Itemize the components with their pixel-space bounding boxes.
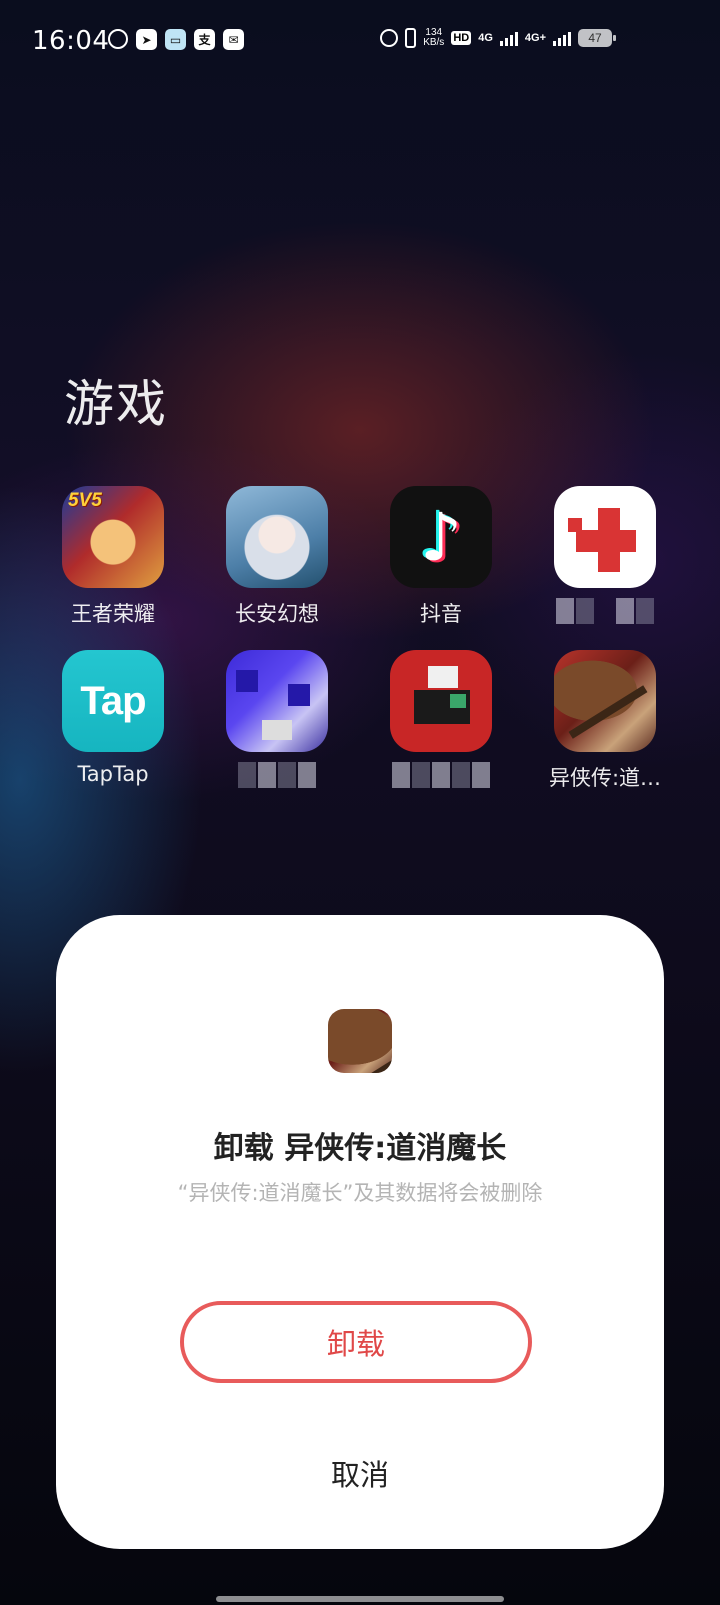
mail-icon: ✉ [223, 29, 244, 50]
app-badge: 5V5 [68, 490, 102, 511]
pixel-block [262, 720, 292, 740]
app-yixiazhuan[interactable]: 异侠传:道… [530, 650, 680, 792]
yixiazhuan-icon[interactable] [554, 650, 656, 752]
app-pixelated-2[interactable] [202, 650, 352, 790]
app-douyin[interactable]: ♪ 抖音 [366, 486, 516, 628]
yixiazhuan-icon [328, 1009, 392, 1073]
battery-icon: 47 [578, 29, 616, 47]
pixelated-app-icon-2[interactable] [226, 650, 328, 752]
app-label: 抖音 [420, 602, 462, 626]
alarm-icon [380, 29, 399, 47]
pixel-block [288, 684, 310, 706]
pixelated-app-icon-1[interactable] [554, 486, 656, 588]
folder-title: 游戏 [64, 375, 168, 433]
app-label: 长安幻想 [235, 602, 319, 626]
dialog-description: “异侠传:道消魔长”及其数据将会被删除 [177, 1181, 543, 1205]
send-icon: ➤ [136, 29, 157, 50]
zhi-icon: 支 [194, 29, 215, 50]
app-pixelated-3[interactable] [366, 650, 516, 790]
vibrate-icon [405, 28, 417, 48]
uninstall-dialog: 卸载 异侠传:道消魔长 “异侠传:道消魔长”及其数据将会被删除 卸载 取消 [56, 915, 664, 1549]
app-taptap[interactable]: Tap TapTap [38, 650, 188, 786]
status-indicators: 134 KB/s HD 4G 4G+ 47 [380, 28, 616, 48]
app-changanhuanxiang[interactable]: 长安幻想 [202, 486, 352, 628]
app-label: 异侠传:道… [548, 766, 662, 790]
keyboard-icon: ▭ [165, 29, 186, 50]
pixelated-label [202, 762, 352, 790]
pixel-block [568, 518, 582, 532]
notification-icons: ➤ ▭ 支 ✉ [108, 29, 244, 50]
pixel-block [450, 694, 466, 708]
battery-level: 47 [588, 31, 602, 45]
pixel-block [428, 666, 458, 688]
app-wangzherongyao[interactable]: 5V5 王者荣耀 [38, 486, 188, 628]
network-speed-unit: KB/s [423, 37, 445, 48]
taptap-icon[interactable]: Tap [62, 650, 164, 752]
hd-icon: HD [451, 31, 472, 45]
signal-icon-2 [553, 30, 571, 46]
douyin-glyph: ♪ [419, 498, 463, 576]
app-label: TapTap [77, 762, 149, 786]
pixel-block [236, 670, 258, 692]
network-speed: 134 KB/s [423, 28, 444, 48]
cancel-button[interactable]: 取消 [260, 1445, 460, 1501]
pixelated-label [530, 598, 680, 626]
taptap-glyph: Tap [80, 678, 146, 723]
pixelated-label [366, 762, 516, 790]
network-type-2: 4G+ [524, 32, 546, 44]
pixel-block [598, 508, 620, 572]
app-label: 王者荣耀 [71, 602, 155, 626]
pixelated-app-icon-3[interactable] [390, 650, 492, 752]
signal-icon-1 [499, 30, 518, 46]
network-type-1: 4G [478, 32, 493, 44]
home-indicator[interactable] [216, 1596, 504, 1602]
wangzherongyao-icon[interactable]: 5V5 [62, 486, 164, 588]
uninstall-button[interactable]: 卸载 [180, 1301, 532, 1383]
dialog-title: 卸载 异侠传:道消魔长 [213, 1131, 507, 1166]
status-bar: 16:04 ➤ ▭ 支 ✉ 134 KB/s HD 4G 4G+ 47 [0, 0, 720, 84]
status-time: 16:04 [32, 26, 110, 56]
weibo-icon [108, 29, 128, 49]
app-pixelated-1[interactable] [530, 486, 680, 626]
changanhuanxiang-icon[interactable] [226, 486, 328, 588]
douyin-icon[interactable]: ♪ [390, 486, 492, 588]
